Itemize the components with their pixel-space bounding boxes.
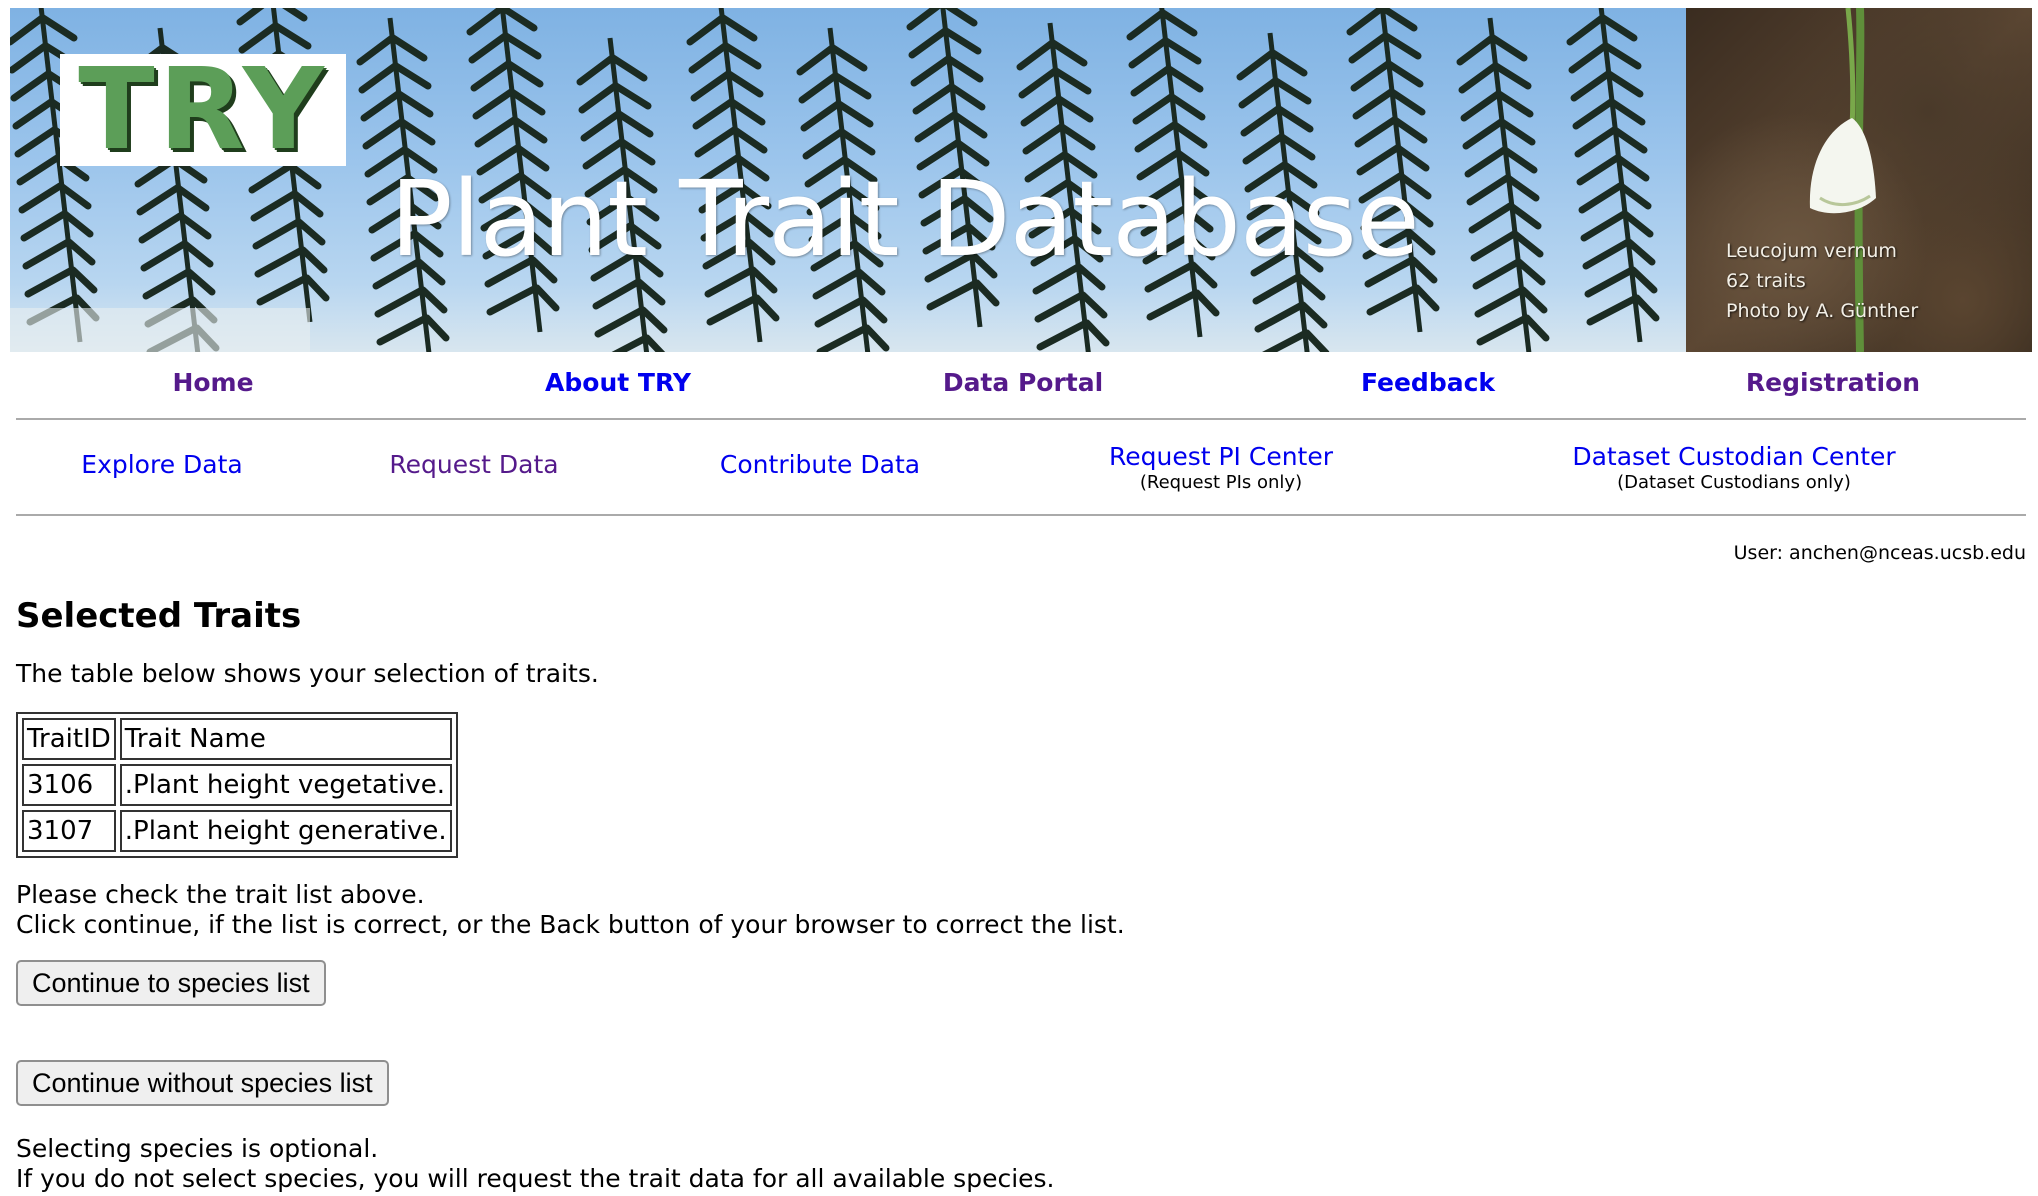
banner-title: Plant Trait Database bbox=[390, 158, 1420, 280]
trait-id-cell: 3106 bbox=[22, 764, 116, 806]
subnav-contribute: Contribute Data bbox=[720, 450, 920, 480]
subnav-request: Request Data bbox=[389, 450, 558, 480]
page-title: Selected Traits bbox=[16, 596, 302, 636]
subnav-pi-center-note: (Request PIs only) bbox=[1139, 472, 1303, 493]
nav-about-link[interactable]: About TRY bbox=[545, 368, 691, 397]
check-instructions-line1: Please check the trait list above. bbox=[16, 880, 425, 909]
trait-id-cell: 3107 bbox=[22, 810, 116, 852]
subnav-pi-center: Request PI Center (Request PIs only) bbox=[1109, 442, 1333, 494]
subnav-request-link[interactable]: Request Data bbox=[389, 450, 558, 480]
optional-note-line1: Selecting species is optional. bbox=[16, 1134, 379, 1163]
photo-caption-traits: 62 traits bbox=[1726, 270, 1806, 292]
nav-data-portal-link[interactable]: Data Portal bbox=[943, 368, 1103, 397]
table-header-traitid: TraitID bbox=[22, 718, 116, 760]
banner: TRY Plant Trait Database Leucojum vernum… bbox=[10, 8, 2032, 352]
nav-home-link[interactable]: Home bbox=[172, 368, 253, 397]
continue-without-species-button[interactable]: Continue without species list bbox=[16, 1060, 389, 1106]
continue-to-species-button[interactable]: Continue to species list bbox=[16, 960, 326, 1006]
subnav-pi-center-link[interactable]: Request PI Center bbox=[1109, 442, 1333, 472]
table-header-trait-name: Trait Name bbox=[119, 718, 452, 760]
optional-note-line2: If you do not select species, you will r… bbox=[16, 1164, 1055, 1193]
photo-caption-credit: Photo by A. Günther bbox=[1726, 300, 1919, 322]
trait-name-cell: .Plant height vegetative. bbox=[119, 764, 452, 806]
check-instructions-line2: Click continue, if the list is correct, … bbox=[16, 910, 1125, 939]
traits-table: TraitID Trait Name 3106 .Plant height ve… bbox=[16, 712, 458, 858]
subnav-explore: Explore Data bbox=[81, 450, 242, 480]
sub-nav: Explore Data Request Data Contribute Dat… bbox=[16, 420, 2026, 516]
subnav-explore-link[interactable]: Explore Data bbox=[81, 450, 242, 480]
table-header-row: TraitID Trait Name bbox=[22, 718, 452, 760]
subnav-custodian-center-note: (Dataset Custodians only) bbox=[1617, 472, 1851, 493]
photo-caption: Leucojum vernum 62 traits Photo by A. Gü… bbox=[1726, 236, 1918, 326]
intro-text: The table below shows your selection of … bbox=[16, 659, 599, 688]
table-row: 3106 .Plant height vegetative. bbox=[22, 764, 452, 806]
nav-feedback-link[interactable]: Feedback bbox=[1361, 368, 1495, 397]
nav-registration-link[interactable]: Registration bbox=[1746, 368, 1920, 397]
table-row: 3107 .Plant height generative. bbox=[22, 810, 452, 852]
try-logo[interactable]: TRY bbox=[60, 54, 346, 166]
main-nav: Home About TRY Data Portal Feedback Regi… bbox=[16, 352, 2026, 420]
photo-caption-species: Leucojum vernum bbox=[1726, 240, 1897, 262]
main-content: Selected Traits The table below shows yo… bbox=[16, 590, 2016, 1194]
optional-note: Selecting species is optional. If you do… bbox=[16, 1134, 2016, 1194]
subnav-custodian-center-link[interactable]: Dataset Custodian Center bbox=[1572, 442, 1895, 472]
trait-name-cell: .Plant height generative. bbox=[119, 810, 452, 852]
user-email-label: User: anchen@nceas.ucsb.edu bbox=[1733, 542, 2026, 564]
subnav-contribute-link[interactable]: Contribute Data bbox=[720, 450, 920, 480]
check-instructions: Please check the trait list above. Click… bbox=[16, 880, 2016, 940]
try-logo-text: TRY bbox=[78, 45, 328, 175]
subnav-custodian-center: Dataset Custodian Center (Dataset Custod… bbox=[1572, 442, 1895, 494]
